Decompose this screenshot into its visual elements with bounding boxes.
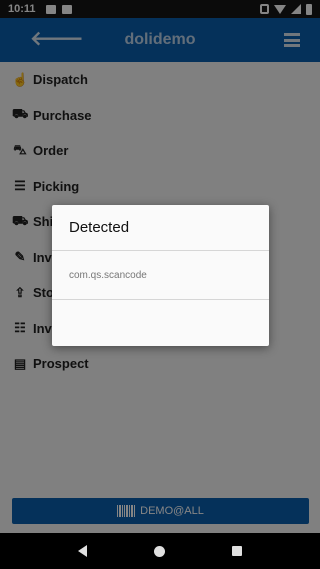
dialog-message: com.qs.scancode [52,251,269,300]
system-nav-bar [0,533,320,569]
nav-back-icon[interactable] [77,545,87,557]
nav-home-icon[interactable] [153,545,165,557]
nav-recents-icon[interactable] [232,546,243,556]
detected-dialog: Detected com.qs.scancode [52,205,269,346]
dialog-title: Detected [52,205,269,251]
